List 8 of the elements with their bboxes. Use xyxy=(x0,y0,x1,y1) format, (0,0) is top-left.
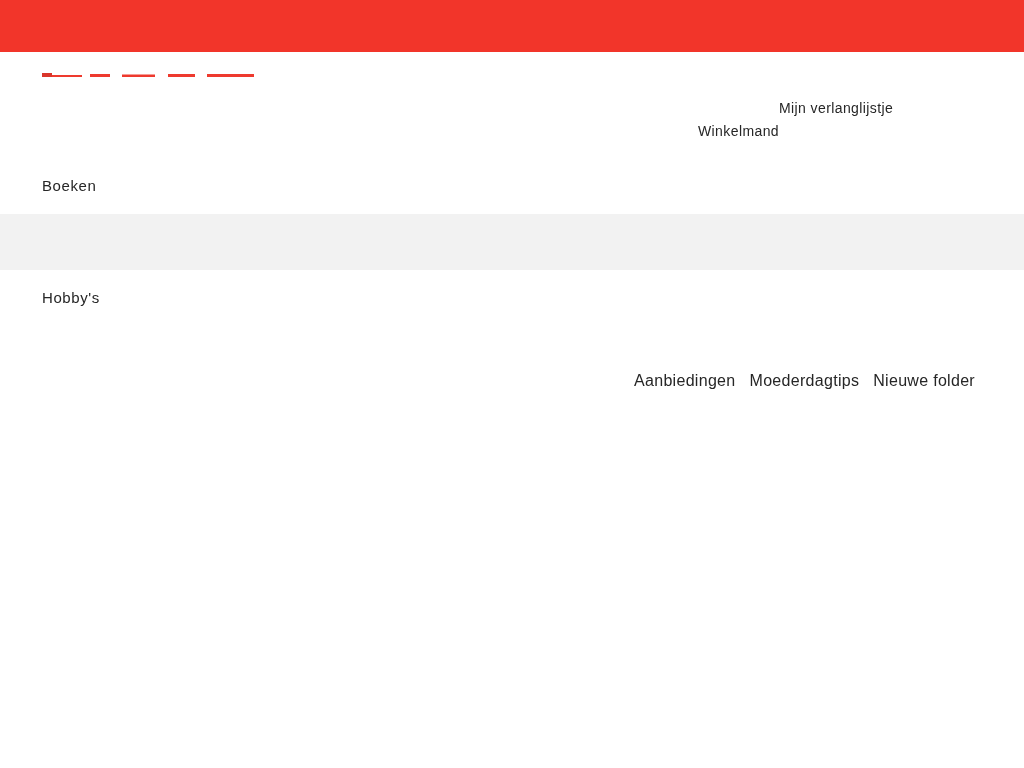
logo-icon[interactable] xyxy=(42,73,254,78)
menu-item[interactable]: Hobby's xyxy=(42,286,100,310)
promo-link[interactable]: Nieuwe folder xyxy=(873,369,975,393)
menu-item[interactable]: Boeken xyxy=(42,174,97,198)
wishlist-link[interactable]: Mijn verlanglijstje xyxy=(779,97,894,120)
promo-link[interactable]: Aanbiedingen xyxy=(634,369,736,393)
promo-link[interactable]: Moederdagtips xyxy=(749,369,860,393)
cart-link[interactable]: Winkelmand xyxy=(698,120,780,143)
